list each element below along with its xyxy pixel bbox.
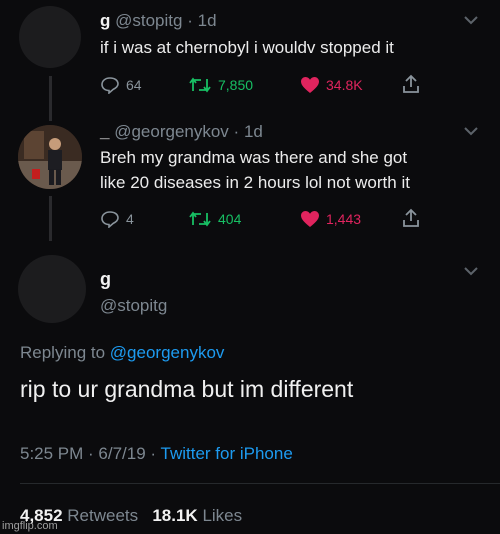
- like-count: 34.8K: [326, 77, 363, 93]
- replying-to-link[interactable]: @georgenykov: [110, 343, 225, 362]
- divider: [20, 483, 500, 484]
- timestamp[interactable]: 5:25 PM · 6/7/19 ·: [20, 444, 156, 463]
- avatar[interactable]: [18, 125, 82, 189]
- reply-icon: [100, 210, 120, 228]
- share-icon: [402, 74, 420, 94]
- retweet-button[interactable]: 7,850: [188, 76, 253, 94]
- watermark: imgflip.com: [2, 520, 58, 532]
- display-name[interactable]: _: [100, 122, 109, 141]
- share-icon: [402, 208, 420, 228]
- tweet-text: rip to ur grandma but im different: [20, 376, 354, 402]
- replying-to: Replying to @georgenykov: [20, 343, 224, 363]
- retweet-count: 404: [218, 211, 242, 227]
- likes-count: 18.1K: [152, 506, 198, 525]
- reply-count: 4: [126, 211, 134, 227]
- reply-button[interactable]: 4: [100, 210, 134, 228]
- display-name[interactable]: g: [100, 11, 110, 30]
- reply-count: 64: [126, 77, 142, 93]
- likes-stat[interactable]: 18.1K Likes: [152, 506, 242, 525]
- like-button[interactable]: 34.8K: [300, 76, 363, 94]
- chevron-down-icon[interactable]: [463, 263, 479, 281]
- like-button[interactable]: 1,443: [300, 210, 361, 228]
- retweets-label: Retweets: [67, 506, 139, 525]
- retweet-count: 7,850: [218, 77, 254, 93]
- replying-label: Replying to: [20, 343, 106, 362]
- chevron-down-icon[interactable]: [463, 123, 479, 141]
- reply-button[interactable]: 64: [100, 76, 142, 94]
- tweet-text-line-1: Breh my grandma was there and she got: [100, 148, 408, 167]
- tweet-header: _ @georgenykov · 1d: [100, 122, 263, 141]
- handle[interactable]: @stopitg: [115, 11, 182, 30]
- retweet-icon: [188, 210, 212, 228]
- tweet-header: g @stopitg · 1d: [100, 11, 217, 30]
- avatar[interactable]: [19, 6, 81, 68]
- heart-icon: [300, 210, 320, 228]
- reply-icon: [100, 76, 120, 94]
- tweet-meta: 5:25 PM · 6/7/19 · Twitter for iPhone: [20, 444, 293, 464]
- chevron-down-icon[interactable]: [463, 12, 479, 30]
- heart-icon: [300, 76, 320, 94]
- avatar[interactable]: [18, 255, 86, 323]
- tweet-time[interactable]: 1d: [198, 11, 217, 30]
- retweet-icon: [188, 76, 212, 94]
- handle[interactable]: @stopitg: [100, 296, 167, 316]
- share-button[interactable]: [402, 208, 420, 228]
- share-button[interactable]: [402, 74, 420, 94]
- handle[interactable]: @georgenykov: [114, 122, 229, 141]
- source-link[interactable]: Twitter for iPhone: [161, 444, 293, 463]
- tweet-text: if i was at chernobyl i wouldv stopped i…: [100, 38, 394, 57]
- tweet-text-line-2: like 20 diseases in 2 hours lol not wort…: [100, 173, 410, 192]
- display-name[interactable]: g: [100, 269, 111, 290]
- likes-label: Likes: [202, 506, 243, 525]
- thread-line: [49, 76, 52, 121]
- tweet-time[interactable]: 1d: [244, 122, 263, 141]
- thread-line: [49, 196, 52, 241]
- retweet-button[interactable]: 404: [188, 210, 241, 228]
- like-count: 1,443: [326, 211, 362, 227]
